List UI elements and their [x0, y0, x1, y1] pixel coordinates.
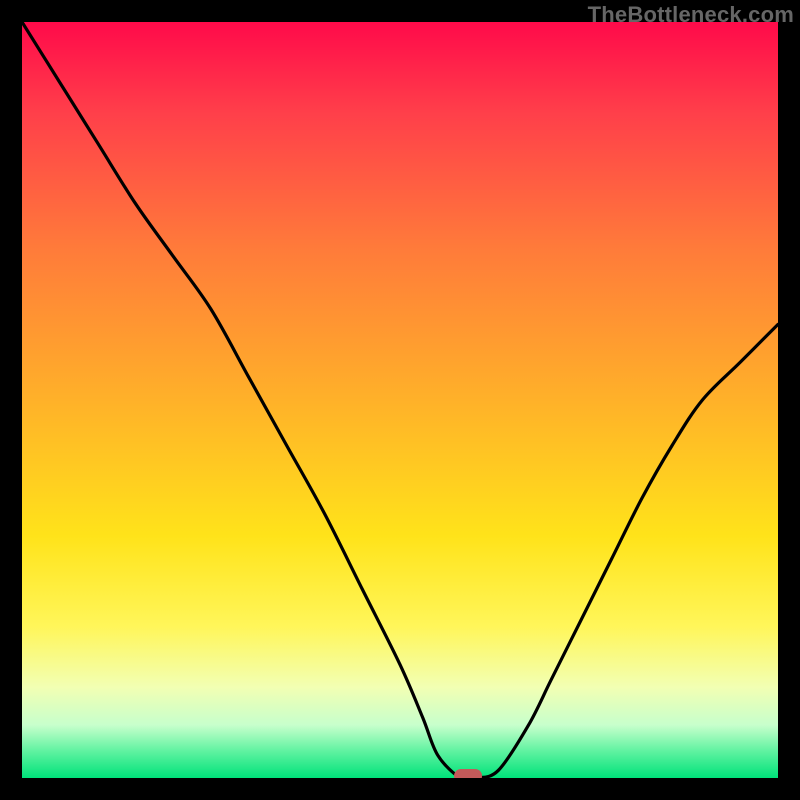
chart-svg [22, 22, 778, 778]
plot-area [22, 22, 778, 778]
chart-frame: TheBottleneck.com [0, 0, 800, 800]
optimal-marker [454, 769, 482, 778]
